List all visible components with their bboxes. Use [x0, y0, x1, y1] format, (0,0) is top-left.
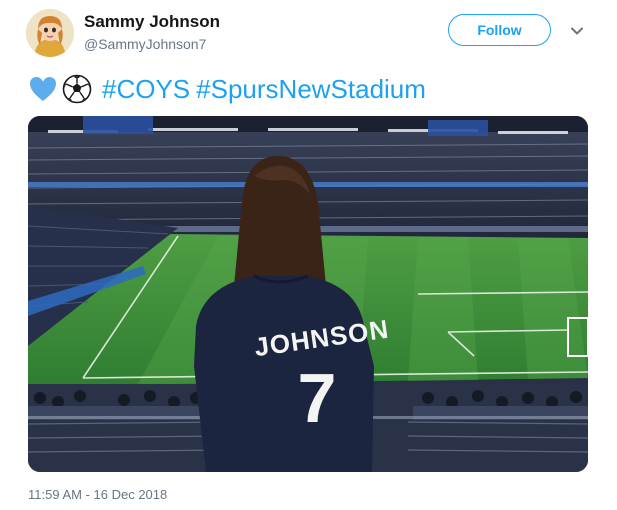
tweet-photo[interactable]: JOHNSON 7 — [28, 116, 588, 472]
hashtag-link[interactable]: #SpursNewStadium — [196, 74, 426, 105]
tweet-timestamp[interactable]: 11:59 AM - 16 Dec 2018 — [28, 487, 167, 502]
blue-heart-icon — [30, 77, 56, 101]
hashtag-link[interactable]: #COYS — [102, 74, 190, 105]
author-name[interactable]: Sammy Johnson — [84, 12, 220, 32]
chevron-down-icon[interactable] — [568, 22, 586, 40]
tweet-text: #COYS #SpursNewStadium — [28, 72, 426, 106]
soccer-ball-icon — [62, 74, 92, 104]
author-handle[interactable]: @SammyJohnson7 — [84, 36, 206, 52]
follow-button[interactable]: Follow — [448, 14, 551, 46]
avatar[interactable] — [26, 9, 74, 57]
jersey-number: 7 — [297, 359, 337, 437]
tweet-card: Sammy Johnson @SammyJohnson7 Follow #COY… — [0, 0, 617, 510]
avatar-illustration — [26, 9, 74, 57]
